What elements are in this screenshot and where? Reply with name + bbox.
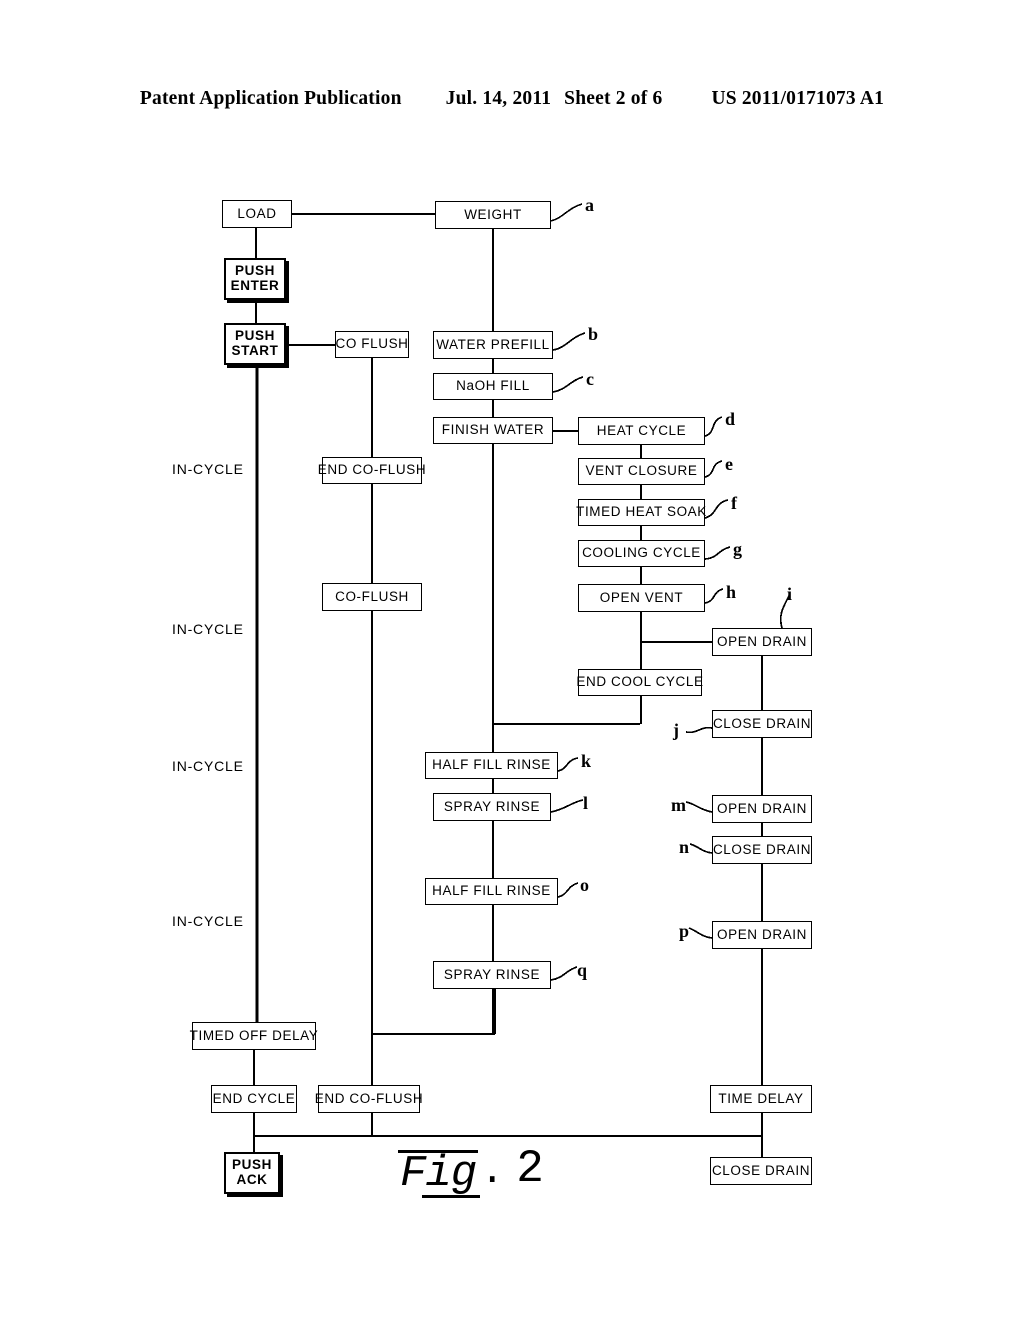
- flow-node-spray-rinse-1: SPRAY RINSE: [433, 793, 551, 821]
- leader-label-q: q: [577, 960, 588, 980]
- leader-label-a: a: [585, 195, 594, 215]
- flow-node-label: PUSH: [232, 1157, 272, 1173]
- flow-node-label: PUSH: [235, 263, 275, 279]
- flow-node-label: COOLING CYCLE: [582, 545, 701, 561]
- flow-node-end-cycle: END CYCLE: [211, 1085, 297, 1113]
- flow-node-open-drain-2: OPEN DRAIN: [712, 795, 812, 823]
- flow-node-close-drain-3: CLOSE DRAIN: [710, 1157, 812, 1185]
- flow-node-half-fill-1: HALF FILL RINSE: [425, 752, 558, 779]
- flow-node-label: CO-FLUSH: [335, 588, 409, 604]
- leader-label-e: e: [725, 454, 733, 474]
- flow-node-label: HALF FILL RINSE: [432, 883, 551, 899]
- flow-node-label: START: [231, 343, 279, 358]
- flow-node-label: ACK: [236, 1172, 268, 1187]
- flow-node-label: WEIGHT: [464, 206, 522, 222]
- flow-node-finish-water: FINISH WATER: [433, 417, 553, 444]
- flow-node-time-delay: TIME DELAY: [710, 1085, 812, 1113]
- flow-node-label: SPRAY RINSE: [443, 966, 541, 982]
- leader-label-b: b: [588, 324, 599, 344]
- flow-node-label: HEAT CYCLE: [596, 422, 687, 438]
- in-cycle-label: IN-CYCLE: [172, 758, 244, 774]
- flow-node-push-ack: PUSH ACK: [224, 1152, 280, 1194]
- flow-node-label: PUSH: [235, 328, 275, 344]
- flow-node-push-start: PUSH START: [224, 323, 286, 365]
- leader-label-l: l: [583, 793, 589, 813]
- flow-node-label: END CO-FLUSH: [314, 1090, 424, 1106]
- flow-node-open-drain-1: OPEN DRAIN: [712, 628, 812, 656]
- flow-node-label: OPEN DRAIN: [716, 800, 807, 816]
- flow-node-label: CLOSE DRAIN: [712, 715, 812, 731]
- leader-label-o: o: [580, 875, 589, 895]
- flow-node-label: CLOSE DRAIN: [711, 1162, 811, 1178]
- flow-node-timed-heat-soak: TIMED HEAT SOAK: [576, 499, 707, 526]
- flow-node-open-vent: OPEN VENT: [578, 584, 705, 612]
- flow-node-label: OPEN DRAIN: [716, 633, 807, 649]
- flow-node-close-drain-1: CLOSE DRAIN: [712, 710, 812, 738]
- in-cycle-label: IN-CYCLE: [172, 461, 244, 477]
- flow-node-label: END CYCLE: [212, 1090, 296, 1106]
- flow-node-weight: WEIGHT: [435, 201, 551, 229]
- in-cycle-label: IN-CYCLE: [172, 621, 244, 637]
- flow-node-label: TIMED HEAT SOAK: [576, 504, 707, 520]
- flow-node-end-co-flush-1: END CO-FLUSH: [318, 457, 426, 484]
- flow-node-vent-closure: VENT CLOSURE: [578, 458, 705, 485]
- figure-caption-number: 2: [516, 1143, 544, 1195]
- leader-label-f: f: [731, 493, 737, 513]
- leader-label-j: j: [673, 720, 679, 740]
- leader-label-c: c: [586, 369, 594, 389]
- flow-node-label: SPRAY RINSE: [443, 798, 541, 814]
- flow-node-water-prefill: WATER PREFILL: [433, 331, 553, 359]
- flow-node-label: END CO-FLUSH: [317, 462, 427, 478]
- flow-node-label: OPEN VENT: [599, 589, 684, 605]
- flow-node-push-enter: PUSH ENTER: [224, 258, 286, 300]
- in-cycle-label: IN-CYCLE: [172, 913, 244, 929]
- flow-node-cooling-cycle: COOLING CYCLE: [578, 540, 705, 567]
- flow-node-end-cool-cycle: END COOL CYCLE: [576, 669, 704, 696]
- connector-lines: [252, 203, 790, 1157]
- flow-node-label: CO FLUSH: [335, 336, 409, 352]
- flow-node-label: OPEN DRAIN: [716, 926, 807, 942]
- flow-node-label: HALF FILL RINSE: [432, 757, 551, 773]
- leader-label-g: g: [733, 539, 742, 559]
- flow-node-open-drain-3: OPEN DRAIN: [712, 921, 812, 949]
- flow-node-label: ENTER: [230, 278, 280, 293]
- flow-node-label: CLOSE DRAIN: [712, 841, 812, 857]
- flowchart-figure: LOAD WEIGHT PUSH ENTER PUSH START CO FLUSH WATE…: [0, 0, 1024, 1320]
- flow-node-spray-rinse-2: SPRAY RINSE: [433, 961, 551, 989]
- flow-node-label: LOAD: [237, 205, 277, 221]
- flow-node-load: LOAD: [222, 200, 292, 228]
- flow-node-half-fill-2: HALF FILL RINSE: [425, 878, 558, 905]
- flow-node-co-flush-top: CO FLUSH: [335, 331, 409, 358]
- flow-node-close-drain-2: CLOSE DRAIN: [712, 836, 812, 864]
- flow-node-label: TIMED OFF DELAY: [189, 1027, 319, 1043]
- figure-caption-word: Fig: [398, 1148, 481, 1199]
- flow-node-label: FINISH WATER: [441, 422, 545, 438]
- flow-node-label: END COOL CYCLE: [576, 674, 704, 690]
- leader-label-h: h: [726, 582, 737, 602]
- leader-label-k: k: [581, 751, 592, 771]
- leader-label-d: d: [725, 409, 736, 429]
- leader-label-m: m: [671, 795, 686, 815]
- flow-node-timed-off-delay: TIMED OFF DELAY: [189, 1022, 319, 1050]
- flow-node-naoh-fill: NaOH FILL: [433, 373, 553, 400]
- flow-node-heat-cycle: HEAT CYCLE: [578, 417, 705, 445]
- flow-node-label: WATER PREFILL: [436, 336, 550, 352]
- flow-node-label: VENT CLOSURE: [585, 463, 698, 479]
- leader-label-p: p: [679, 921, 690, 941]
- figure-caption-dot: .: [480, 1150, 505, 1195]
- flow-node-co-flush-mid: CO-FLUSH: [322, 583, 422, 611]
- flow-node-end-co-flush-2: END CO-FLUSH: [314, 1085, 424, 1113]
- leader-label-i: i: [787, 584, 793, 604]
- leader-label-n: n: [679, 837, 690, 857]
- figure-caption: Fig . 2: [398, 1143, 544, 1199]
- flow-node-label: TIME DELAY: [718, 1090, 804, 1106]
- flow-node-label: NaOH FILL: [456, 378, 530, 394]
